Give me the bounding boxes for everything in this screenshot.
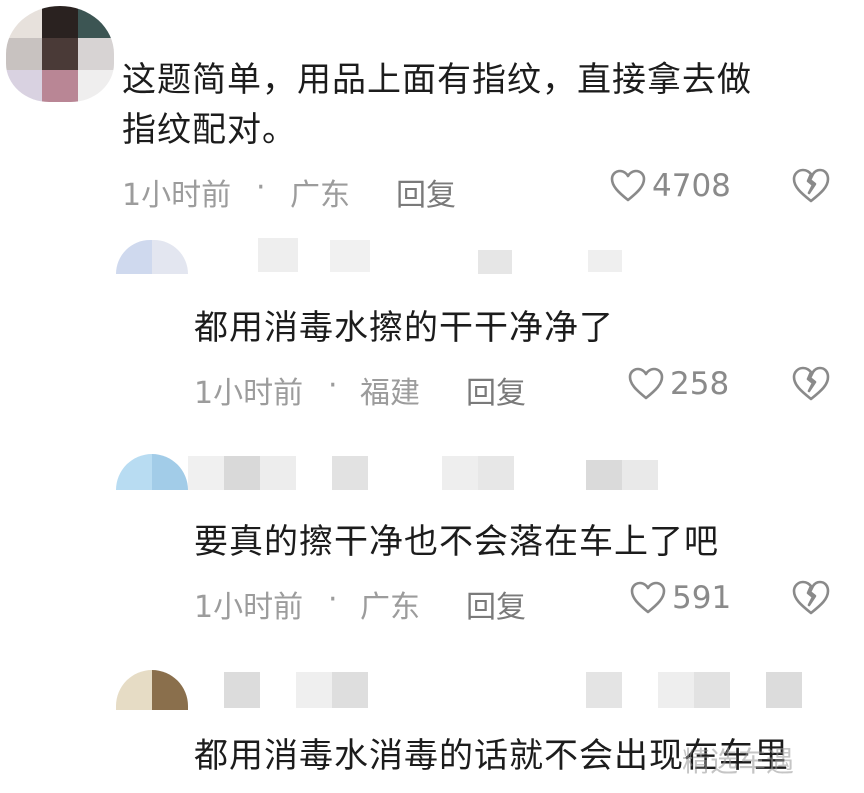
- like-button[interactable]: 4708: [610, 168, 731, 204]
- avatar-pixel: [6, 38, 42, 70]
- blur-block: [258, 238, 298, 272]
- broken-heart-icon: [792, 580, 830, 615]
- dislike-button[interactable]: [792, 168, 830, 208]
- blur-block: [260, 456, 296, 490]
- comment-time: 1小时前: [122, 178, 232, 213]
- like-count: 258: [670, 366, 730, 402]
- reply-button[interactable]: 回复: [396, 170, 456, 214]
- heart-outline-icon: [610, 169, 646, 202]
- avatar-pixel: [78, 6, 114, 38]
- blur-block: [296, 672, 332, 708]
- heart-outline-icon: [628, 367, 664, 400]
- blur-block: [330, 240, 370, 272]
- blur-block: [478, 250, 512, 274]
- reply-button[interactable]: 回复: [466, 582, 526, 626]
- like-count: 591: [672, 580, 732, 616]
- blur-block: [766, 672, 802, 708]
- avatar-pixel: [42, 6, 78, 38]
- separator-dot: ·: [328, 368, 338, 403]
- like-button[interactable]: 258: [628, 366, 729, 402]
- avatar[interactable]: [6, 6, 114, 102]
- like-button[interactable]: 591: [630, 580, 731, 616]
- blur-block: [224, 672, 260, 708]
- broken-heart-icon: [792, 366, 830, 401]
- avatar-pixel: [152, 454, 188, 490]
- avatar-pixel: [78, 38, 114, 70]
- avatar-pixel: [116, 240, 152, 274]
- avatar-pixel: [42, 38, 78, 70]
- blur-block: [188, 456, 224, 490]
- avatar-pixel: [116, 670, 152, 710]
- dislike-button[interactable]: [792, 580, 830, 620]
- separator-dot: ·: [328, 582, 338, 617]
- comment-location: 福建: [360, 376, 420, 411]
- blur-block: [224, 456, 260, 490]
- comment-location: 广东: [360, 590, 420, 625]
- avatar-pixel: [6, 6, 42, 38]
- blur-block: [586, 672, 622, 708]
- comment-text: 这题简单，用品上面有指纹，直接拿去做: [122, 60, 752, 100]
- comment-time: 1小时前: [194, 376, 304, 411]
- avatar-pixel: [152, 670, 188, 710]
- separator-dot: ·: [256, 170, 266, 205]
- blur-block: [694, 672, 730, 708]
- avatar[interactable]: [116, 454, 188, 490]
- comment-time: 1小时前: [194, 590, 304, 625]
- avatar[interactable]: [116, 240, 188, 274]
- like-count: 4708: [652, 168, 731, 204]
- avatar-pixel: [78, 70, 114, 102]
- blur-block: [622, 460, 658, 490]
- blur-block: [442, 456, 478, 490]
- blur-block: [478, 456, 514, 490]
- blur-block: [658, 672, 694, 708]
- comment-location: 广东: [290, 178, 350, 213]
- comment-text: 都用消毒水擦的干干净净了: [194, 308, 614, 348]
- watermark: 精选车遇: [682, 745, 795, 778]
- blur-block: [586, 460, 622, 490]
- comment-text: 要真的擦干净也不会落在车上了吧: [194, 522, 719, 562]
- avatar-pixel: [6, 70, 42, 102]
- comment-text: 指纹配对。: [122, 110, 297, 150]
- heart-outline-icon: [630, 581, 666, 614]
- avatar-pixel: [116, 454, 152, 490]
- dislike-button[interactable]: [792, 366, 830, 406]
- blur-block: [332, 456, 368, 490]
- blur-block: [332, 672, 368, 708]
- avatar-pixel: [152, 240, 188, 274]
- blur-block: [588, 250, 622, 272]
- broken-heart-icon: [792, 168, 830, 203]
- avatar-pixel: [42, 70, 78, 102]
- reply-button[interactable]: 回复: [466, 368, 526, 412]
- avatar[interactable]: [116, 670, 188, 710]
